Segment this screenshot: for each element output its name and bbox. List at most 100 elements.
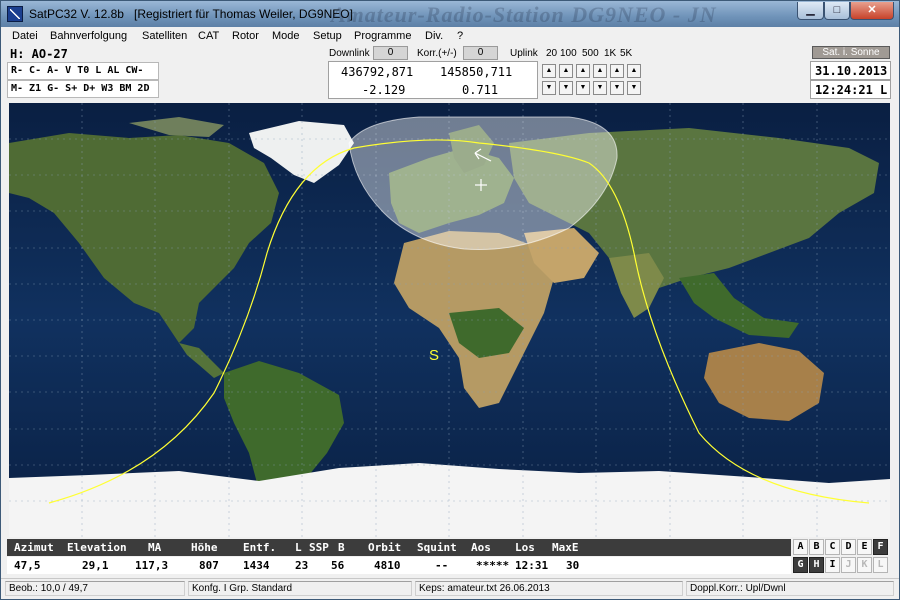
sat-slot-d[interactable]: D [841,539,856,555]
menu-programme[interactable]: Programme [354,30,411,42]
sat-slot-g[interactable]: G [793,557,808,573]
title-bar[interactable]: SatPC32 V. 12.8b [Registriert für Thomas… [1,1,899,27]
arrow-up-icon: ▲ [613,67,621,74]
header-entf: Entf. [243,541,277,554]
header-squint: Squint [417,541,457,554]
value-maxe: 30 [566,559,580,572]
window-title: SatPC32 V. 12.8b [Registriert für Thomas… [29,7,353,21]
status-flags-row2[interactable]: M- Z1 G- S+ D+ W3 BM 2D [7,80,159,98]
value-aos: ***** [476,559,510,572]
value-orbit: 4810 [374,559,401,572]
sat-slot-i[interactable]: I [825,557,840,573]
uplink-frequency[interactable]: 145850,711 [440,65,512,79]
config-group: Konfg. I Grp. Standard [188,581,412,596]
header-aos: Aos [471,541,491,554]
header-los: Los [515,541,535,554]
sat-slot-h-active[interactable]: H [809,557,824,573]
step-100[interactable]: 100 [560,48,577,59]
header-azimut: Azimut [14,541,54,554]
tune-down-button-2[interactable]: ▼ [559,81,573,95]
sat-slot-l[interactable]: L [873,557,888,573]
arrow-up-icon: ▲ [579,67,587,74]
menu-help[interactable]: ? [457,30,463,42]
arrow-down-icon: ▼ [630,84,638,91]
uplink-label: Uplink [510,48,538,59]
value-squint: -- [435,559,449,572]
sat-slot-c[interactable]: C [825,539,840,555]
menu-bahnverfolgung[interactable]: Bahnverfolgung [50,30,127,42]
maximize-icon: □ [833,4,841,16]
menu-div[interactable]: Div. [425,30,443,42]
header-b: B [338,541,345,554]
value-entf: 1434 [243,559,270,572]
frequency-display: 436792,871 145850,711 -2.129 0.711 [328,61,538,99]
minimize-icon: ▁ [806,4,815,16]
sat-slot-a[interactable]: A [793,539,808,555]
step-1k[interactable]: 1K [604,48,616,59]
date-display: 31.10.2013 [810,61,891,80]
header-maxe: MaxE [552,541,579,554]
time-display[interactable]: 12:24:21 L [810,80,891,99]
value-elevation: 29,1 [82,559,109,572]
menu-satelliten[interactable]: Satelliten [142,30,187,42]
sat-slot-e[interactable]: E [857,539,872,555]
arrow-down-icon: ▼ [613,84,621,91]
sat-slot-b[interactable]: B [809,539,824,555]
tune-up-button-4[interactable]: ▲ [593,64,607,78]
arrow-down-icon: ▼ [562,84,570,91]
close-button[interactable]: ✕ [850,2,894,20]
tune-down-button-4[interactable]: ▼ [593,81,607,95]
value-ma: 117,3 [135,559,169,572]
value-b: 56 [331,559,345,572]
readout-header-row: Azimut Elevation MA Höhe Entf. L SSP B O… [7,539,791,556]
uplink-tune-down-button[interactable]: ▼ [627,81,641,95]
uplink-tune-up-button[interactable]: ▲ [627,64,641,78]
arrow-down-icon: ▼ [545,84,553,91]
world-map[interactable]: S [9,103,890,537]
step-500[interactable]: 500 [582,48,599,59]
downlink-tune-down-button[interactable]: ▼ [542,81,556,95]
menu-cat[interactable]: CAT [198,30,219,42]
uplink-doppler: 0.711 [462,83,499,97]
header-l: L [295,541,302,554]
downlink-label: Downlink [329,48,370,59]
observer-location: Beob.: 10,0 / 49,7 [5,581,185,596]
step-5k[interactable]: 5K [620,48,632,59]
menu-mode[interactable]: Mode [272,30,300,42]
value-los: 12:31 [515,559,549,572]
status-flags-row1[interactable]: R- C- A- V T0 L AL CW- [7,62,159,80]
arrow-up-icon: ▲ [562,67,570,74]
keps-file: Keps: amateur.txt 26.06.2013 [415,581,683,596]
arrow-down-icon: ▼ [596,84,604,91]
tune-down-button-5[interactable]: ▼ [610,81,624,95]
step-20[interactable]: 20 [546,48,557,59]
downlink-tune-up-button[interactable]: ▲ [542,64,556,78]
downlink-frequency[interactable]: 436792,871 [341,65,413,79]
maximize-button[interactable]: □ [824,2,850,20]
sat-in-sun-badge: Sat. i. Sonne [812,46,890,59]
satellite-selector-grid: A B C D E F G H I J K L [793,539,891,575]
header-ssp: SSP [309,541,329,554]
control-panel: H: AO-27 R- C- A- V T0 L AL CW- M- Z1 G-… [1,45,899,102]
satellite-app-icon[interactable] [7,6,23,22]
tune-up-button-2[interactable]: ▲ [559,64,573,78]
value-azimut: 47,5 [14,559,41,572]
menu-setup[interactable]: Setup [313,30,342,42]
sat-slot-f[interactable]: F [873,539,888,555]
tune-up-button-3[interactable]: ▲ [576,64,590,78]
world-map-canvas: S [9,103,890,537]
tune-up-button-5[interactable]: ▲ [610,64,624,78]
value-hoehe: 807 [199,559,219,572]
arrow-up-icon: ▲ [545,67,553,74]
downlink-offset-field[interactable]: 0 [373,46,408,60]
minimize-button[interactable]: ▁ [797,2,824,20]
sat-slot-k[interactable]: K [857,557,872,573]
korr-offset-field[interactable]: 0 [463,46,498,60]
tune-down-button-3[interactable]: ▼ [576,81,590,95]
active-satellite[interactable]: H: AO-27 [10,47,68,61]
sat-slot-j[interactable]: J [841,557,856,573]
menu-datei[interactable]: Datei [12,30,38,42]
menu-rotor[interactable]: Rotor [232,30,259,42]
arrow-up-icon: ▲ [630,67,638,74]
menu-bar: Datei Bahnverfolgung Satelliten CAT Roto… [3,28,897,45]
